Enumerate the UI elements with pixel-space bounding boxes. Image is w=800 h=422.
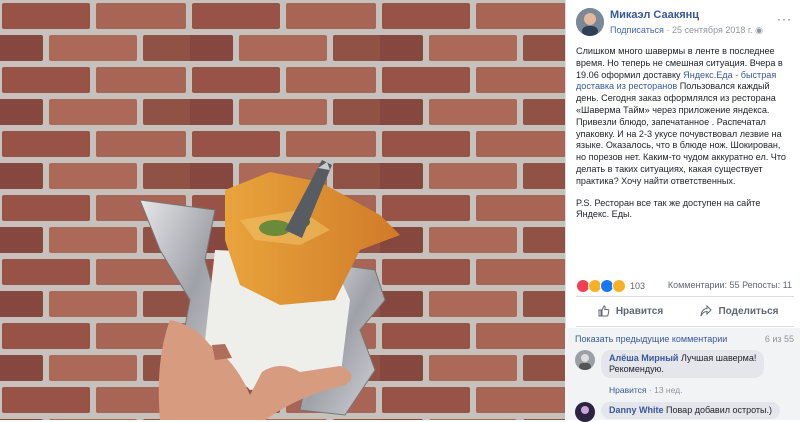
reactions-count: 103: [630, 281, 646, 291]
reposts-count[interactable]: Репосты: 11: [742, 280, 792, 290]
share-button[interactable]: Поделиться: [685, 300, 794, 322]
divider: [576, 296, 794, 297]
post-date[interactable]: 25 сентября 2018 г.: [672, 25, 753, 35]
author-avatar[interactable]: [576, 8, 604, 36]
comment-text: Лучшая шаверма!: [680, 353, 757, 363]
comment-bubble: Алёша Мирный Лучшая шаверма! Рекомендую.: [601, 350, 765, 378]
follow-link[interactable]: Подписаться: [610, 25, 664, 35]
post-header: Микаэл Саакянц Подписаться · 25 сентября…: [576, 8, 796, 38]
post-ps: P.S. Ресторан все так же доступен на сай…: [576, 197, 761, 220]
comment-text: Повар добавил остроты.): [666, 405, 772, 415]
like-label: Нравится: [615, 305, 664, 317]
comment-text-line2: Рекомендую.: [609, 364, 664, 374]
share-label: Поделиться: [718, 305, 779, 317]
comment-bubble: Danny White Повар добавил остроты.): [601, 402, 780, 419]
commenter-avatar[interactable]: [575, 402, 595, 422]
post-photo[interactable]: [0, 0, 565, 420]
globe-icon: ◉: [755, 25, 763, 35]
more-options-icon[interactable]: ···: [777, 12, 792, 26]
comment-like-link[interactable]: Нравится: [609, 385, 647, 395]
shawarma-photo-image: [0, 0, 565, 420]
comment-meta: Нравится · 13 нед.: [609, 385, 682, 395]
wow-reaction-icon: [612, 279, 626, 293]
post-stats: 103 Комментарии: 55 Репосты: 11: [576, 279, 794, 293]
post-text-part2: Пользовался каждый день. Сегодня заказ о…: [576, 81, 786, 186]
like-button[interactable]: Нравится: [576, 300, 685, 322]
post-actions: Нравится Поделиться: [576, 300, 794, 322]
comments-count[interactable]: Комментарии: 55: [668, 280, 740, 290]
author-name[interactable]: Микаэл Саакянц: [610, 9, 699, 21]
thumbs-up-icon: [598, 305, 610, 317]
post-text: Слишком много шавермы в ленте в последне…: [576, 46, 792, 231]
comments-reposts: Комментарии: 55 Репосты: 11: [668, 280, 792, 290]
comments-section: Показать предыдущие комментарии 6 из 55 …: [565, 328, 800, 422]
comments-counter: 6 из 55: [764, 334, 794, 344]
reactions-summary[interactable]: 103: [576, 279, 645, 293]
show-previous-comments-link[interactable]: Показать предыдущие комментарии: [575, 334, 727, 344]
share-arrow-icon: [700, 305, 713, 317]
divider: [576, 326, 794, 327]
post-paragraph: Слишком много шавермы в ленте в последне…: [576, 46, 792, 188]
commenter-avatar[interactable]: [575, 350, 595, 370]
comment-age[interactable]: 13 нед.: [654, 385, 682, 395]
post-subline: Подписаться · 25 сентября 2018 г. ◉: [610, 25, 763, 36]
commenter-name[interactable]: Алёша Мирный: [609, 353, 678, 363]
commenter-name[interactable]: Danny White: [609, 405, 664, 415]
